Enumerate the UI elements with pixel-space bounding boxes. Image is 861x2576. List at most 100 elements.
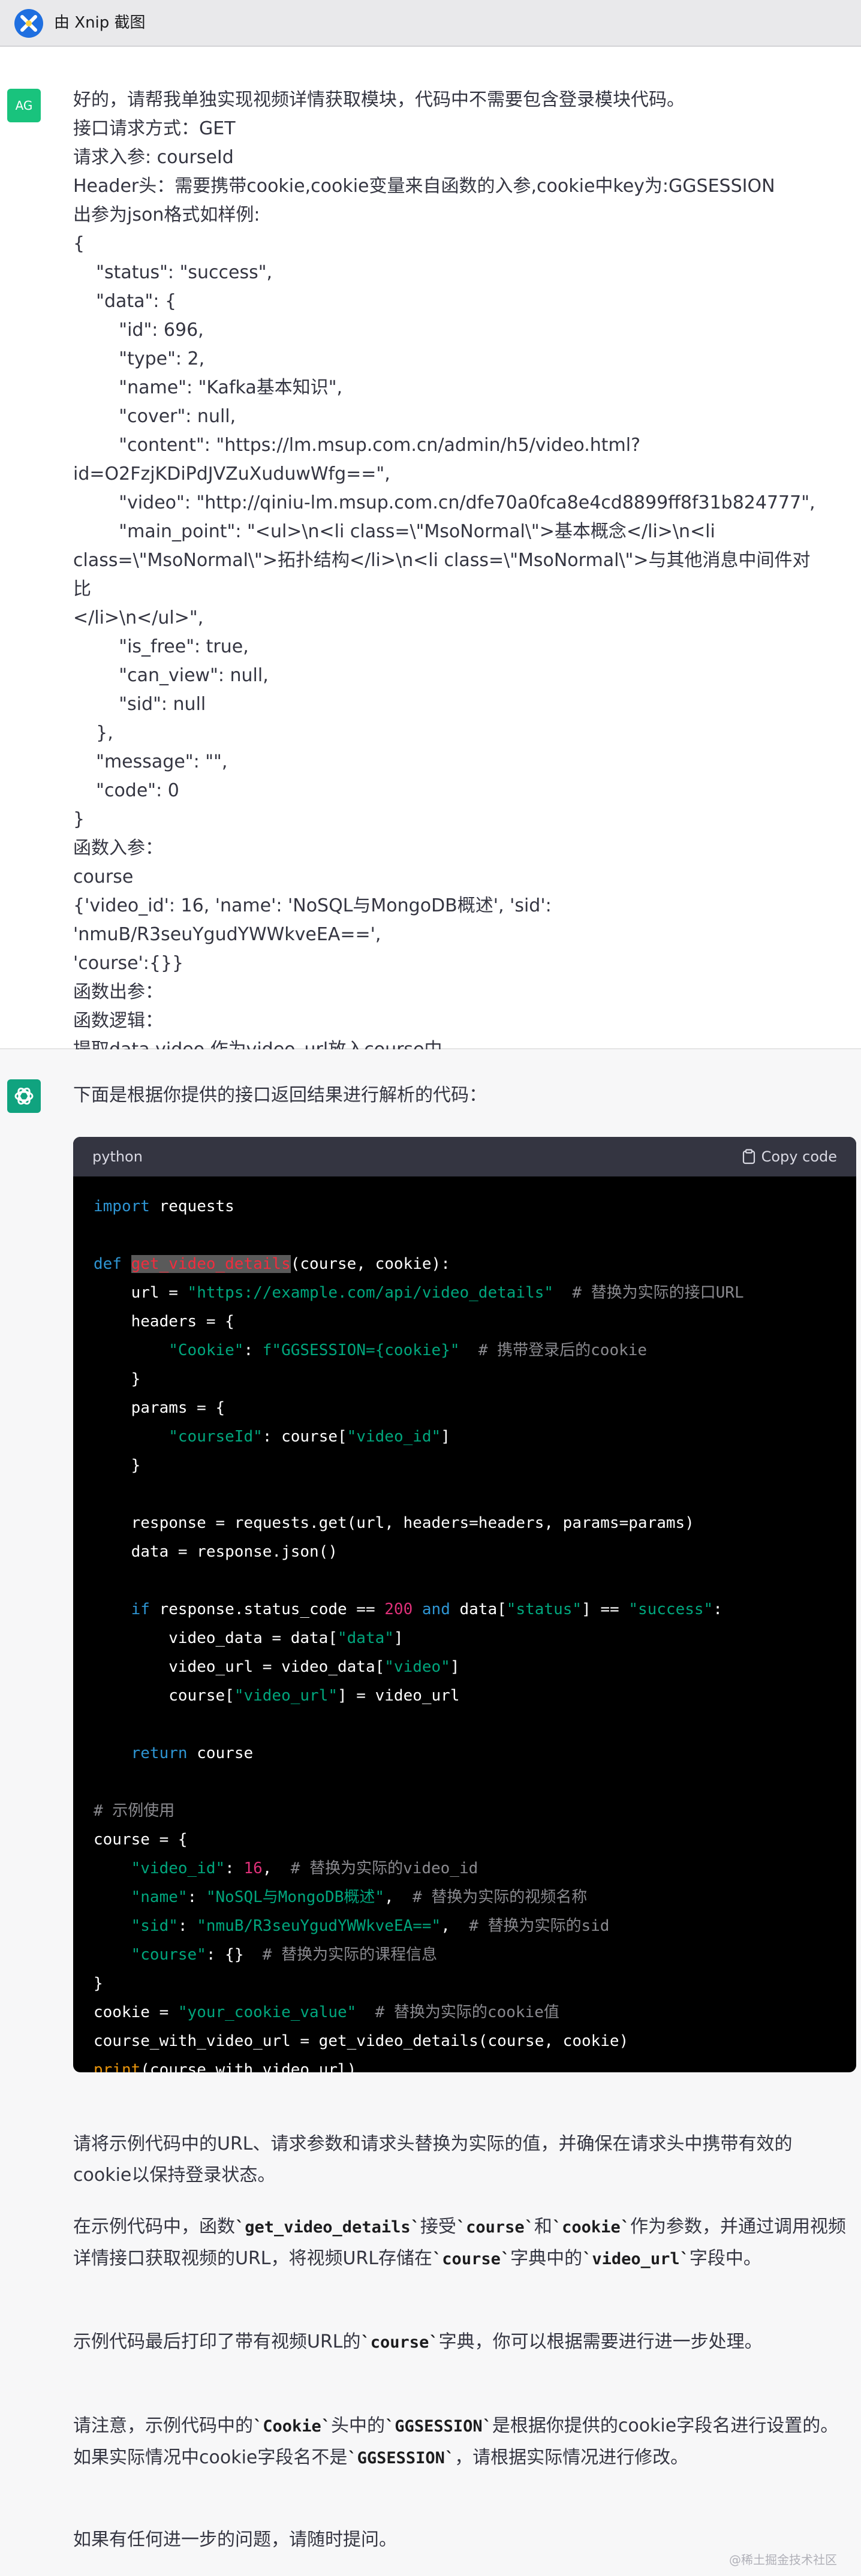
code-line: url = "https://example.com/api/video_det… bbox=[94, 1278, 744, 1307]
paragraph-text: 请将示例代码中的URL、请求参数和请求头替换为实际的值，并确保在请求头中携带有效… bbox=[73, 2133, 793, 2186]
assistant-paragraph: 示例代码最后打印了带有视频URL的`course`字典，你可以根据需要进行进一步… bbox=[73, 2327, 847, 2358]
inline-code: `cookie` bbox=[552, 2218, 630, 2237]
paragraph-text: 字典中的 bbox=[510, 2248, 583, 2269]
code-token: # 替换为实际的视频名称 bbox=[412, 1888, 588, 1906]
code-token: : bbox=[187, 1888, 206, 1906]
assistant-paragraph: 在示例代码中，函数`get_video_details`接受`course`和`… bbox=[73, 2211, 847, 2275]
assistant-intro: 下面是根据你提供的接口返回结果进行解析的代码： bbox=[73, 1085, 487, 1106]
copy-code-button[interactable]: Copy code bbox=[742, 1145, 837, 1168]
code-line: import requests bbox=[94, 1192, 744, 1221]
code-token: "video_id" bbox=[347, 1428, 441, 1446]
code-token: return bbox=[131, 1744, 188, 1762]
code-line: course_with_video_url = get_video_detail… bbox=[94, 2027, 744, 2056]
code-line: headers = { bbox=[94, 1307, 744, 1336]
code-line: } bbox=[94, 1969, 744, 1998]
code-token: # 替换为实际的cookie值 bbox=[375, 2003, 559, 2021]
code-token: data[ bbox=[450, 1600, 507, 1618]
code-token: and bbox=[422, 1600, 450, 1618]
code-token: "courseId" bbox=[168, 1428, 263, 1446]
code-line: data = response.json() bbox=[94, 1537, 744, 1566]
code-token: course bbox=[187, 1744, 254, 1762]
code-line: def get_video_details(course, cookie): bbox=[94, 1250, 744, 1278]
code-token: } bbox=[94, 1975, 103, 1993]
code-block: python Copy code import requests def get… bbox=[73, 1137, 856, 2072]
inline-code: `get_video_details` bbox=[235, 2218, 420, 2237]
paragraph-text: 字典，你可以根据需要进行进一步处理。 bbox=[438, 2331, 763, 2352]
code-token: response = requests.get(url, headers=hea… bbox=[94, 1514, 694, 1532]
assistant-message: 下面是根据你提供的接口返回结果进行解析的代码： python Copy code… bbox=[0, 1049, 861, 2576]
code-token: "Cookie" bbox=[168, 1341, 244, 1359]
paragraph-text: ，请根据实际情况进行修改。 bbox=[454, 2447, 689, 2468]
window-titlebar: 由 Xnip 截图 bbox=[0, 0, 861, 47]
code-token: 16 bbox=[243, 1859, 263, 1877]
code-token: # 携带登录后的cookie bbox=[478, 1341, 648, 1359]
paragraph-text: 和 bbox=[534, 2216, 552, 2237]
code-token: url = bbox=[94, 1284, 188, 1302]
user-avatar: AG bbox=[7, 89, 41, 122]
code-token: ] = video_url bbox=[338, 1687, 460, 1705]
paragraph-text: 示例代码最后打印了带有视频URL的 bbox=[73, 2331, 361, 2352]
code-language-label: python bbox=[92, 1148, 143, 1165]
code-token: } bbox=[94, 1456, 141, 1474]
code-token: video_data = data[ bbox=[94, 1629, 338, 1647]
code-token: cookie = bbox=[94, 2003, 178, 2021]
code-token: "name" bbox=[131, 1888, 188, 1906]
code-token: : course[ bbox=[262, 1428, 347, 1446]
code-line: course["video_url"] = video_url bbox=[94, 1681, 744, 1710]
code-token: import bbox=[94, 1197, 150, 1215]
code-line: "name": "NoSQL与MongoDB概述", # 替换为实际的视频名称 bbox=[94, 1883, 744, 1912]
code-token: response.status_code == bbox=[149, 1600, 385, 1618]
code-token: requests bbox=[149, 1197, 234, 1215]
code-line: "course": {} # 替换为实际的课程信息 bbox=[94, 1940, 744, 1969]
watermark: @稀土掘金技术社区 bbox=[729, 2553, 837, 2567]
inline-code: `Cookie` bbox=[253, 2417, 332, 2436]
code-token: "video" bbox=[384, 1658, 450, 1676]
code-token: # 替换为实际的sid bbox=[469, 1917, 610, 1935]
code-token: : bbox=[243, 1341, 263, 1359]
code-token: # 示例使用 bbox=[94, 1802, 175, 1820]
code-body[interactable]: import requests def get_video_details(co… bbox=[94, 1192, 744, 2072]
code-token: "video_id" bbox=[131, 1859, 225, 1877]
code-token: # 替换为实际的video_id bbox=[290, 1859, 478, 1877]
code-token: course = { bbox=[94, 1831, 188, 1849]
code-token: headers = { bbox=[94, 1313, 234, 1331]
code-line: "sid": "nmuB/R3seuYgudYWWkveEA==", # 替换为… bbox=[94, 1912, 744, 1940]
inline-code: `course` bbox=[456, 2218, 534, 2237]
paragraph-text: 在示例代码中，函数 bbox=[73, 2216, 235, 2237]
code-token: ] bbox=[450, 1658, 460, 1676]
code-token: if bbox=[131, 1600, 150, 1618]
code-line: } bbox=[94, 1451, 744, 1480]
code-token: 200 bbox=[384, 1600, 413, 1618]
code-token: f"GGSESSION={cookie}" bbox=[262, 1341, 460, 1359]
code-line: } bbox=[94, 1365, 744, 1394]
inline-code: `GGSESSION` bbox=[347, 2449, 455, 2467]
assistant-paragraph: 请将示例代码中的URL、请求参数和请求头替换为实际的值，并确保在请求头中携带有效… bbox=[73, 2129, 847, 2191]
code-token: } bbox=[94, 1370, 141, 1388]
code-token: "sid" bbox=[131, 1917, 178, 1935]
code-token: course_with_video_url = get_video_detail… bbox=[94, 2032, 629, 2050]
code-token: ] == bbox=[582, 1600, 629, 1618]
code-token: "course" bbox=[131, 1946, 206, 1964]
code-line: course = { bbox=[94, 1825, 744, 1854]
code-token: def bbox=[94, 1255, 122, 1273]
copy-code-label: Copy code bbox=[761, 1148, 837, 1165]
code-token: "status" bbox=[506, 1600, 582, 1618]
code-token: "data" bbox=[338, 1629, 394, 1647]
code-token: : {} bbox=[206, 1946, 263, 1964]
code-token: (course_with_video_url) bbox=[140, 2061, 357, 2072]
code-line: return course bbox=[94, 1739, 744, 1768]
assistant-paragraph: 请注意，示例代码中的`Cookie`头中的`GGSESSION`是根据你提供的c… bbox=[73, 2411, 847, 2474]
code-token: # 替换为实际的课程信息 bbox=[262, 1946, 438, 1964]
user-message-text[interactable]: 好的，请帮我单独实现视频详情获取模块，代码中不需要包含登录模块代码。 接口请求方… bbox=[73, 86, 817, 1064]
